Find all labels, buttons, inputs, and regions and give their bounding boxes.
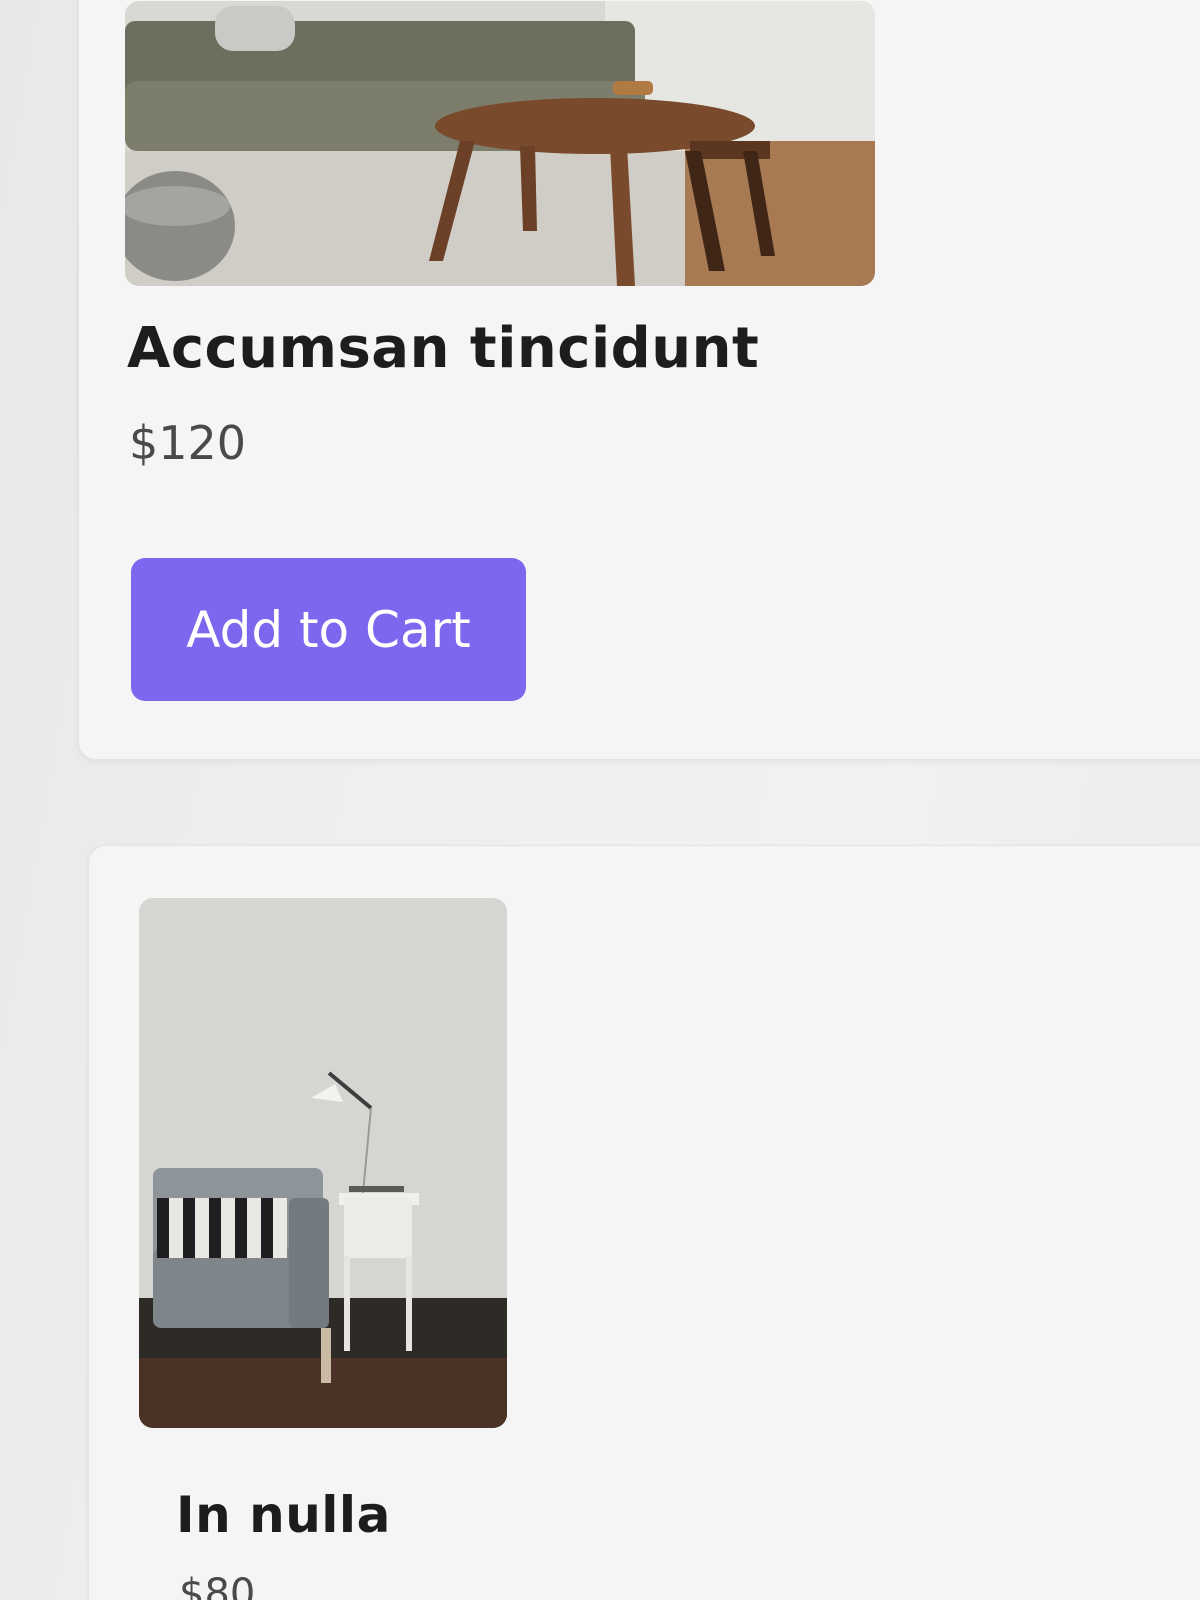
add-to-cart-button[interactable]: Add to Cart — [131, 558, 526, 701]
product-image[interactable] — [139, 898, 507, 1428]
product-list-screen: Accumsan tincidunt $120 Add to Cart In n… — [0, 0, 1200, 1600]
product-image[interactable] — [125, 1, 875, 286]
product-price: $120 — [129, 416, 247, 470]
armchair-side-table-photo — [139, 898, 507, 1428]
product-title[interactable]: Accumsan tincidunt — [127, 316, 759, 381]
product-price: $80 — [179, 1571, 256, 1600]
product-card: In nulla $80 — [88, 845, 1200, 1600]
product-title[interactable]: In nulla — [176, 1486, 391, 1544]
living-room-coffee-table-photo — [125, 1, 875, 286]
product-card: Accumsan tincidunt $120 Add to Cart — [78, 0, 1200, 760]
